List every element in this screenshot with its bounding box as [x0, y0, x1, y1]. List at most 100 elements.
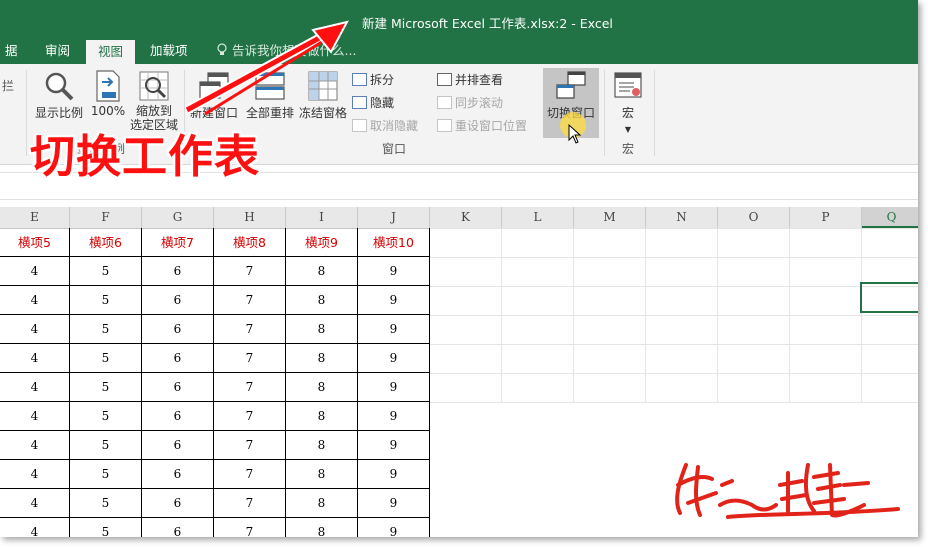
table-cell[interactable]: 7 [214, 286, 286, 315]
header-cell[interactable]: 横项10 [358, 228, 430, 257]
table-cell[interactable]: 8 [286, 344, 358, 373]
table-cell[interactable]: 5 [70, 489, 142, 518]
table-cell[interactable]: 4 [0, 402, 70, 431]
column-header-e[interactable]: E [0, 207, 70, 228]
table-cell[interactable]: 9 [358, 431, 430, 460]
switch-windows-icon [556, 71, 586, 99]
table-cell[interactable]: 9 [358, 460, 430, 489]
column-header-j[interactable]: J [358, 207, 430, 228]
table-cell[interactable]: 8 [286, 402, 358, 431]
table-cell[interactable]: 5 [70, 373, 142, 402]
table-cell[interactable]: 7 [214, 489, 286, 518]
table-cell[interactable]: 7 [214, 518, 286, 537]
table-cell[interactable]: 6 [142, 431, 214, 460]
table-cell[interactable]: 4 [0, 373, 70, 402]
unhide-button[interactable]: 取消隐藏 [352, 116, 418, 136]
table-cell[interactable]: 7 [214, 431, 286, 460]
table-cell[interactable]: 5 [70, 518, 142, 537]
table-cell[interactable]: 6 [142, 489, 214, 518]
column-header-o[interactable]: O [718, 207, 790, 228]
hide-label: 隐藏 [370, 96, 395, 110]
header-cell[interactable]: 横项9 [286, 228, 358, 257]
table-cell[interactable]: 6 [142, 460, 214, 489]
column-header-p[interactable]: P [790, 207, 862, 228]
selected-cell[interactable] [860, 282, 918, 313]
table-cell[interactable]: 8 [286, 286, 358, 315]
table-cell[interactable]: 4 [0, 286, 70, 315]
table-cell[interactable]: 7 [214, 460, 286, 489]
table-cell[interactable]: 5 [70, 257, 142, 286]
table-cell[interactable]: 9 [358, 315, 430, 344]
hide-button[interactable]: 隐藏 [352, 93, 394, 113]
header-cell[interactable]: 横项7 [142, 228, 214, 257]
macros-button[interactable]: 宏 ▼ [608, 70, 648, 135]
header-cell[interactable]: 横项5 [0, 228, 70, 257]
zoom-100-button[interactable]: 100% [90, 70, 126, 118]
tab-view[interactable]: 视图 [86, 40, 136, 65]
ribbon-tabs: 据 审阅 视图 加载项 告诉我你想要做什么... [0, 40, 918, 65]
reset-position-button[interactable]: 重设窗口位置 [437, 116, 527, 136]
table-cell[interactable]: 4 [0, 257, 70, 286]
table-cell[interactable]: 8 [286, 431, 358, 460]
table-cell[interactable]: 7 [214, 402, 286, 431]
table-cell[interactable]: 5 [70, 402, 142, 431]
zoom-button[interactable]: 显示比例 [32, 70, 86, 121]
table-cell[interactable]: 8 [286, 489, 358, 518]
table-cell[interactable]: 8 [286, 257, 358, 286]
table-cell[interactable]: 6 [142, 373, 214, 402]
table-cell[interactable]: 7 [214, 344, 286, 373]
unhide-icon [352, 119, 367, 132]
table-cell[interactable]: 5 [70, 286, 142, 315]
table-cell[interactable]: 4 [0, 315, 70, 344]
split-label: 拆分 [370, 73, 395, 87]
table-cell[interactable]: 4 [0, 489, 70, 518]
table-cell[interactable]: 6 [142, 257, 214, 286]
table-cell[interactable]: 9 [358, 518, 430, 537]
tab-data-partial[interactable]: 据 [5, 40, 18, 64]
table-cell[interactable]: 7 [214, 373, 286, 402]
column-header-k[interactable]: K [430, 207, 502, 228]
table-cell[interactable]: 5 [70, 344, 142, 373]
table-cell[interactable]: 9 [358, 344, 430, 373]
table-cell[interactable]: 4 [0, 518, 70, 537]
table-cell[interactable]: 6 [142, 518, 214, 537]
table-cell[interactable]: 6 [142, 344, 214, 373]
table-cell[interactable]: 9 [358, 402, 430, 431]
table-cell[interactable]: 9 [358, 489, 430, 518]
column-header-m[interactable]: M [574, 207, 646, 228]
tab-review[interactable]: 审阅 [45, 40, 70, 64]
column-header-h[interactable]: H [214, 207, 286, 228]
signature-watermark [675, 463, 900, 519]
column-header-l[interactable]: L [502, 207, 574, 228]
table-cell[interactable]: 8 [286, 460, 358, 489]
column-header-q[interactable]: Q [862, 207, 918, 228]
table-cell[interactable]: 7 [214, 257, 286, 286]
table-cell[interactable]: 6 [142, 402, 214, 431]
column-header-f[interactable]: F [70, 207, 142, 228]
table-cell[interactable]: 4 [0, 344, 70, 373]
column-header-n[interactable]: N [646, 207, 718, 228]
table-cell[interactable]: 6 [142, 286, 214, 315]
table-cell[interactable]: 8 [286, 518, 358, 537]
table-cell[interactable]: 9 [358, 286, 430, 315]
sync-scroll-button[interactable]: 同步滚动 [437, 93, 503, 113]
table-cell[interactable]: 5 [70, 460, 142, 489]
table-cell[interactable]: 6 [142, 315, 214, 344]
header-cell[interactable]: 横项6 [70, 228, 142, 257]
table-cell[interactable]: 4 [0, 431, 70, 460]
column-header-g[interactable]: G [142, 207, 214, 228]
gridline [430, 344, 918, 345]
column-header-i[interactable]: I [286, 207, 358, 228]
split-button[interactable]: 拆分 [352, 70, 394, 90]
table-cell[interactable]: 5 [70, 431, 142, 460]
table-cell[interactable]: 8 [286, 315, 358, 344]
macros-label: 宏 [621, 106, 634, 120]
header-cell[interactable]: 横项8 [214, 228, 286, 257]
table-cell[interactable]: 9 [358, 257, 430, 286]
table-cell[interactable]: 7 [214, 315, 286, 344]
side-by-side-button[interactable]: 并排查看 [437, 70, 503, 90]
table-cell[interactable]: 8 [286, 373, 358, 402]
table-cell[interactable]: 4 [0, 460, 70, 489]
table-cell[interactable]: 5 [70, 315, 142, 344]
table-cell[interactable]: 9 [358, 373, 430, 402]
